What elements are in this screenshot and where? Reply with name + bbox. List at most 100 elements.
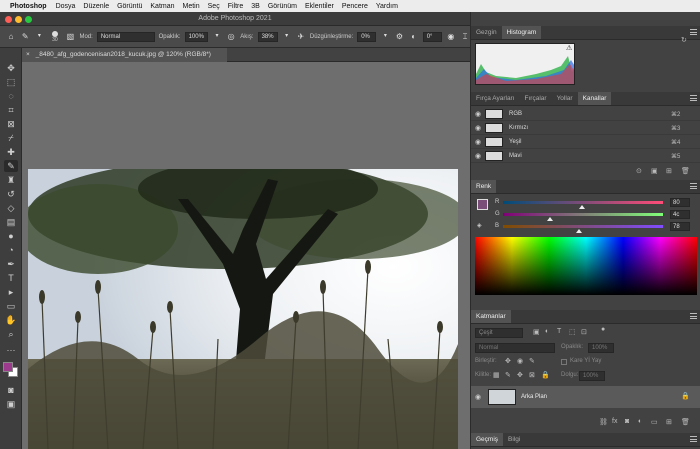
shape-filter-icon[interactable]: ⬚ <box>569 328 576 336</box>
tab-paths[interactable]: Yollar <box>552 92 578 105</box>
eye-icon[interactable]: ◉ <box>475 393 481 401</box>
menu-app-name[interactable]: Photoshop <box>10 3 47 10</box>
smart-filter-icon[interactable]: ⊡ <box>581 328 587 336</box>
brush-icon[interactable]: ✎ <box>4 160 18 172</box>
symmetry-icon[interactable]: ⌶ <box>460 31 470 42</box>
layer-kind-filter[interactable]: Çeşit <box>475 328 523 338</box>
type-filter-icon[interactable]: T <box>557 328 561 335</box>
menu-katman[interactable]: Katman <box>150 3 174 10</box>
red-value-input[interactable]: 80 <box>670 198 690 207</box>
flow-dropdown-icon[interactable]: ▾ <box>282 31 292 42</box>
opacity-input[interactable]: 100% <box>184 31 208 42</box>
brush-size-picker[interactable]: 30 <box>48 30 61 43</box>
history-brush-icon[interactable]: ↺ <box>4 188 18 200</box>
unify-visibility-icon[interactable]: ◉ <box>517 357 523 365</box>
menu-eklentiler[interactable]: Eklentiler <box>305 3 334 10</box>
channels-menu-icon[interactable] <box>690 95 697 101</box>
pixel-filter-icon[interactable]: ▣ <box>533 328 540 336</box>
lasso-icon[interactable]: ◌ <box>4 90 18 102</box>
smoothing-settings-icon[interactable]: ⚙ <box>394 31 404 42</box>
hand-icon[interactable]: ✋ <box>4 314 18 326</box>
menu-sec[interactable]: Seç <box>208 3 220 10</box>
new-layer-icon[interactable]: ⊞ <box>666 418 672 426</box>
minimize-window-button[interactable] <box>15 16 22 23</box>
eye-icon[interactable]: ◉ <box>471 152 485 160</box>
smoothing-dropdown-icon[interactable]: ▾ <box>380 31 390 42</box>
group-icon[interactable]: ▭ <box>651 418 658 426</box>
blur-icon[interactable]: ● <box>4 230 18 242</box>
eye-icon[interactable]: ◉ <box>471 110 485 118</box>
panel-menu-icon[interactable] <box>690 29 697 35</box>
delete-layer-icon[interactable]: 🗑 <box>681 418 690 426</box>
color-spectrum[interactable] <box>475 237 697 295</box>
move-icon[interactable]: ✥ <box>4 62 18 74</box>
link-layers-icon[interactable]: ⛓ <box>599 418 608 426</box>
layer-opacity-input[interactable]: 100% <box>588 343 614 353</box>
history-menu-icon[interactable] <box>690 436 697 442</box>
tab-channels[interactable]: Kanallar <box>577 92 612 105</box>
eraser-icon[interactable]: ◇ <box>4 202 18 214</box>
menu-dosya[interactable]: Dosya <box>56 3 76 10</box>
tab-gezgin[interactable]: Gezgin <box>471 26 502 39</box>
red-slider-knob[interactable] <box>579 205 585 209</box>
tab-brushes[interactable]: Fırçalar <box>520 92 552 105</box>
close-tab-icon[interactable]: × <box>26 51 30 58</box>
close-window-button[interactable] <box>5 16 12 23</box>
tab-color[interactable]: Renk <box>471 180 497 193</box>
healing-icon[interactable]: ✚ <box>4 146 18 158</box>
document-tab[interactable]: × _8480_afg_godencenisan2018_kucuk.jpg @… <box>22 48 227 62</box>
crop-icon[interactable]: ⌗ <box>4 104 18 116</box>
refresh-icon[interactable]: ↻ <box>681 36 687 44</box>
brush-settings-icon[interactable]: ▧ <box>65 31 75 42</box>
lock-all-icon[interactable]: 🔒 <box>541 371 550 379</box>
layer-row[interactable]: ◉ Arka Plan 🔒 <box>471 386 700 408</box>
quick-mask-icon[interactable]: ◙ <box>4 384 18 396</box>
type-icon[interactable]: T <box>4 272 18 284</box>
lock-position-icon[interactable]: ✥ <box>517 371 523 379</box>
pen-icon[interactable]: ✒ <box>4 258 18 270</box>
new-channel-icon[interactable]: ⊞ <box>666 167 672 175</box>
color-foreground-swatch[interactable] <box>477 199 488 210</box>
lock-artboard-icon[interactable]: ⊠ <box>529 371 535 379</box>
layer-style-icon[interactable]: fx <box>612 418 617 425</box>
menu-goruntu[interactable]: Görüntü <box>117 3 142 10</box>
green-slider[interactable] <box>503 213 663 216</box>
red-slider[interactable] <box>503 201 663 204</box>
chevron-down-icon[interactable]: ▾ <box>34 31 44 42</box>
dodge-icon[interactable]: ◔ <box>4 244 18 256</box>
angle-input[interactable]: 0° <box>422 31 442 42</box>
adjustment-layer-icon[interactable]: ◐ <box>638 418 642 425</box>
eyedropper-icon[interactable]: ⌿ <box>4 132 18 144</box>
menu-gorunum[interactable]: Görünüm <box>268 3 297 10</box>
pressure-opacity-icon[interactable]: ◎ <box>226 31 236 42</box>
blue-value-input[interactable]: 78 <box>670 222 690 231</box>
unify-style-icon[interactable]: ✎ <box>529 357 535 365</box>
more-tools-icon[interactable]: ··· <box>4 344 18 356</box>
propagate-frame-checkbox[interactable] <box>561 359 567 365</box>
zoom-icon[interactable]: ⌕ <box>4 328 18 340</box>
filter-toggle-icon[interactable]: ● <box>601 326 605 333</box>
green-value-input[interactable]: 4c <box>670 210 690 219</box>
channel-row[interactable]: ◉ Mavi ⌘5 <box>471 150 700 163</box>
mode-select[interactable]: Normal <box>96 31 155 42</box>
menu-metin[interactable]: Metin <box>183 3 200 10</box>
eye-icon[interactable]: ◉ <box>471 124 485 132</box>
screen-mode-icon[interactable]: ▣ <box>4 398 18 410</box>
green-slider-knob[interactable] <box>547 217 553 221</box>
tab-history[interactable]: Geçmiş <box>471 433 504 446</box>
frame-icon[interactable]: ⊠ <box>4 118 18 130</box>
path-select-icon[interactable]: ▸ <box>4 286 18 298</box>
stamp-icon[interactable]: ♜ <box>4 174 18 186</box>
eye-icon[interactable]: ◉ <box>471 138 485 146</box>
marquee-icon[interactable]: ⬚ <box>4 76 18 88</box>
layer-mask-icon[interactable]: ◙ <box>625 418 629 425</box>
document-image[interactable] <box>28 169 458 449</box>
flow-input[interactable]: 38% <box>257 31 278 42</box>
trash-icon[interactable]: 🗑 <box>681 167 690 175</box>
menu-pencere[interactable]: Pencere <box>342 3 368 10</box>
tab-info[interactable]: Bilgi <box>503 433 525 446</box>
tab-brush-settings[interactable]: Fırça Ayarları <box>471 92 520 105</box>
blue-slider[interactable] <box>503 225 663 228</box>
tab-histogram[interactable]: Histogram <box>501 26 542 39</box>
menu-yardim[interactable]: Yardım <box>376 3 398 10</box>
